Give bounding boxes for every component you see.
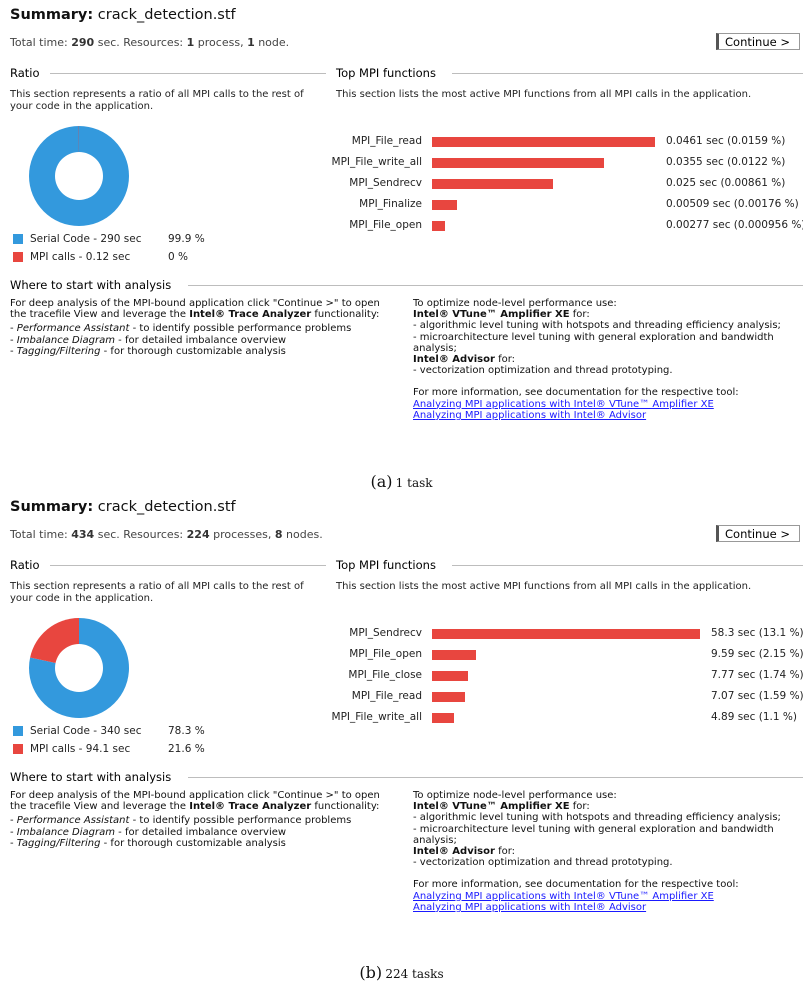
analysis-right-text: To optimize node-level performance use: … <box>413 790 781 913</box>
ratio-donut-chart <box>29 126 129 226</box>
analysis-left-text: For deep analysis of the MPI-bound appli… <box>10 298 380 357</box>
section-divider <box>188 777 803 778</box>
analysis-right-text: To optimize node-level performance use: … <box>413 298 781 421</box>
continue-button[interactable]: Continue > <box>716 525 800 542</box>
advisor-doc-link[interactable]: Analyzing MPI applications with Intel® A… <box>413 902 646 913</box>
continue-button[interactable]: Continue > <box>716 33 800 50</box>
mpi-time-bar <box>432 650 476 660</box>
legend-swatch <box>13 252 23 262</box>
ratio-donut-chart <box>28 618 129 718</box>
process-count: 224 <box>186 528 210 541</box>
mpi-function-label: MPI_File_read <box>351 690 422 702</box>
mpi-function-label: MPI_File_open <box>349 219 422 231</box>
mpi-function-label: MPI_File_open <box>349 648 422 660</box>
mpi-time-value: 0.0461 sec (0.0159 %) <box>666 135 786 147</box>
section-divider <box>188 285 803 286</box>
top-mpi-description: This section lists the most active MPI f… <box>336 89 752 100</box>
summary-title: Summary: crack_detection.stf <box>10 499 236 515</box>
mpi-time-value: 7.07 sec (1.59 %) <box>711 690 803 702</box>
figure-caption: (b) 224 tasks <box>359 963 444 982</box>
section-divider <box>452 565 803 566</box>
file-name: crack_detection.stf <box>97 7 236 23</box>
mpi-time-value: 4.89 sec (1.1 %) <box>711 711 797 723</box>
mpi-time-bar <box>432 692 465 702</box>
ratio-legend: Serial Code - 290 sec 99.9 % MPI calls - … <box>13 230 205 266</box>
legend-item-serial: Serial Code - 290 sec 99.9 % <box>13 230 205 248</box>
node-count: 1 <box>247 36 255 49</box>
top-mpi-description: This section lists the most active MPI f… <box>336 581 752 592</box>
mpi-time-bar <box>432 179 553 189</box>
ratio-description: This section represents a ratio of all M… <box>10 89 304 112</box>
ratio-legend: Serial Code - 340 sec 78.3 % MPI calls - … <box>13 722 205 758</box>
mpi-time-bar <box>432 629 700 639</box>
resources-line: Total time: 434 sec. Resources: 224 proc… <box>10 528 323 541</box>
ratio-description: This section represents a ratio of all M… <box>10 581 304 604</box>
summary-title: Summary: crack_detection.stf <box>10 7 236 23</box>
mpi-time-value: 7.77 sec (1.74 %) <box>711 669 803 681</box>
node-count: 8 <box>274 528 283 541</box>
ratio-heading: Ratio <box>10 66 40 80</box>
advisor-doc-link[interactable]: Analyzing MPI applications with Intel® A… <box>413 410 646 421</box>
vtune-doc-link[interactable]: Analyzing MPI applications with Intel® V… <box>413 891 714 902</box>
mpi-time-value: 0.00277 sec (0.000956 %) <box>666 219 803 231</box>
ratio-heading: Ratio <box>10 558 40 572</box>
section-divider <box>50 73 326 74</box>
mpi-time-value: 58.3 sec (13.1 %) <box>711 627 803 639</box>
legend-item-serial: Serial Code - 340 sec 78.3 % <box>13 722 205 740</box>
mpi-function-label: MPI_Sendrecv <box>349 627 422 639</box>
mpi-time-value: 0.025 sec (0.00861 %) <box>666 177 786 189</box>
summary-panel: Summary: crack_detection.stf Total time:… <box>0 492 803 982</box>
mpi-time-value: 0.0355 sec (0.0122 %) <box>666 156 786 168</box>
analysis-left-text: For deep analysis of the MPI-bound appli… <box>10 790 380 849</box>
section-divider <box>50 565 326 566</box>
mpi-function-label: MPI_File_read <box>351 135 422 147</box>
analysis-heading: Where to start with analysis <box>10 770 172 784</box>
mpi-time-value: 0.00509 sec (0.00176 %) <box>666 198 799 210</box>
mpi-time-bar <box>432 158 604 168</box>
vtune-doc-link[interactable]: Analyzing MPI applications with Intel® V… <box>413 399 714 410</box>
section-divider <box>452 73 803 74</box>
total-time-value: 290 <box>71 36 95 49</box>
mpi-time-bar <box>432 221 445 231</box>
legend-swatch <box>13 744 23 754</box>
mpi-time-value: 9.59 sec (2.15 %) <box>711 648 803 660</box>
mpi-function-label: MPI_File_write_all <box>331 711 422 723</box>
donut-hole <box>55 644 103 692</box>
mpi-function-label: MPI_Finalize <box>359 198 422 210</box>
legend-swatch <box>13 726 23 736</box>
analysis-heading: Where to start with analysis <box>10 278 172 292</box>
figure-caption: (a) 1 task <box>370 472 433 491</box>
legend-swatch <box>13 234 23 244</box>
mpi-time-bar <box>432 713 454 723</box>
mpi-time-bar <box>432 671 468 681</box>
top-mpi-heading: Top MPI functions <box>336 66 436 80</box>
mpi-function-label: MPI_Sendrecv <box>349 177 422 189</box>
summary-panel: Summary: crack_detection.stf Total time:… <box>0 0 803 490</box>
top-mpi-heading: Top MPI functions <box>336 558 436 572</box>
mpi-time-bar <box>432 137 655 147</box>
mpi-function-label: MPI_File_close <box>348 669 422 681</box>
total-time-value: 434 <box>71 528 95 541</box>
mpi-function-label: MPI_File_write_all <box>331 156 422 168</box>
legend-item-mpi: MPI calls - 0.12 sec 0 % <box>13 248 205 266</box>
file-name: crack_detection.stf <box>97 499 236 515</box>
legend-item-mpi: MPI calls - 94.1 sec 21.6 % <box>13 740 205 758</box>
resources-line: Total time: 290 sec. Resources: 1 proces… <box>10 36 290 49</box>
donut-hole <box>55 152 103 200</box>
mpi-time-bar <box>432 200 457 210</box>
